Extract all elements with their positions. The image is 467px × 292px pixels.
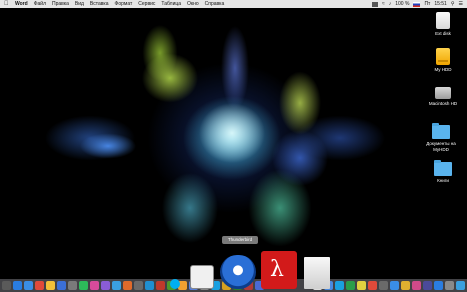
desktop-icon-documents-folder[interactable]: Документы на MyHDD [421, 123, 461, 153]
dock-left-app-icon-13[interactable] [134, 281, 143, 290]
dock-right-app-icon-10[interactable] [412, 281, 421, 290]
apple-menu-icon[interactable]:  [4, 1, 9, 7]
screenshot-icon[interactable] [190, 265, 214, 289]
dock-left-app-icon-9[interactable] [90, 281, 99, 290]
thunderbird-icon[interactable] [220, 255, 256, 289]
dock-right-app-icon-6[interactable] [368, 281, 377, 290]
dock-left-app-icon-11[interactable] [112, 281, 121, 290]
dock-left-app-icon-7[interactable] [68, 281, 77, 290]
desktop-icon-label: Книги [437, 178, 449, 183]
wifi-icon[interactable]: ≈ [382, 1, 385, 7]
external-hdd-icon [436, 48, 450, 65]
dock-right-app-icon-5[interactable] [357, 281, 366, 290]
status-area: ≈ ♪ 100 % Пт 15:51 ⚲ ☰ [372, 1, 463, 7]
menu-edit[interactable]: Правка [52, 1, 69, 7]
dock-right-app-icon-4[interactable] [346, 281, 355, 290]
menu-insert[interactable]: Вставка [90, 1, 109, 7]
folder-icon [434, 160, 452, 176]
menu-window[interactable]: Окно [187, 1, 199, 7]
skype-icon[interactable] [170, 279, 180, 289]
dock-left-app-icon-8[interactable] [79, 281, 88, 290]
dock-left-app-icon-6[interactable] [57, 281, 66, 290]
battery-text[interactable]: 100 % [395, 1, 409, 7]
dock-right-app-icon-3[interactable] [335, 281, 344, 290]
dock-left-app-icon-4[interactable] [35, 281, 44, 290]
input-language-icon[interactable] [413, 1, 421, 7]
menu-table[interactable]: Таблица [161, 1, 181, 7]
desktop-icon-my-hdd[interactable]: My HDD [423, 48, 463, 73]
dock-right-app-icon-13[interactable] [445, 281, 454, 290]
dock-left-app-icon-12[interactable] [123, 281, 132, 290]
desktop-icon-ext-disk[interactable]: Ext disk [423, 12, 463, 37]
dock-right-app-icon-8[interactable] [390, 281, 399, 290]
dock-left-app-icon-5[interactable] [46, 281, 55, 290]
dock-left-app-icon-3[interactable] [24, 281, 33, 290]
menu-bar:  Word Файл Правка Вид Вставка Формат Се… [0, 0, 467, 8]
dock-right-app-icon-7[interactable] [379, 281, 388, 290]
folder-icon [432, 123, 450, 139]
menu-app-name[interactable]: Word [15, 1, 28, 7]
dock-left-app-icon-2[interactable] [13, 281, 22, 290]
search-icon[interactable]: ⚲ [451, 1, 455, 7]
display-icon[interactable] [372, 1, 378, 7]
desktop-icon-macintosh-hd[interactable]: Macintosh HD [423, 87, 463, 107]
dock-right-app-icon-9[interactable] [401, 281, 410, 290]
notification-center-icon[interactable]: ☰ [459, 1, 463, 7]
document-viewer-icon[interactable] [304, 257, 330, 289]
dock-right-apps [313, 281, 465, 290]
desktop-icon-label: My HDD [434, 67, 452, 72]
menu-format[interactable]: Формат [115, 1, 133, 7]
clock-day[interactable]: Пт [424, 1, 430, 7]
menu-tools[interactable]: Сервис [138, 1, 155, 7]
internal-hd-icon [435, 87, 451, 99]
dock-right-app-icon-11[interactable] [423, 281, 432, 290]
dock-left-app-icon-1[interactable] [2, 281, 11, 290]
dock-left-app-icon-14[interactable] [145, 281, 154, 290]
dock-left-app-icon-10[interactable] [101, 281, 110, 290]
external-disk-icon [436, 12, 450, 29]
desktop-icon-label: Macintosh HD [428, 101, 458, 106]
desktop-icon-books-folder[interactable]: Книги [423, 160, 463, 184]
acrobat-glyph: λ [270, 257, 284, 282]
dock-left-app-icon-15[interactable] [156, 281, 165, 290]
dock-right-app-icon-14[interactable] [456, 281, 465, 290]
menu-view[interactable]: Вид [75, 1, 84, 7]
desktop-wallpaper [0, 8, 467, 292]
menu-file[interactable]: Файл [34, 1, 46, 7]
dock-right-app-icon-12[interactable] [434, 281, 443, 290]
clock-time[interactable]: 15:51 [434, 1, 447, 7]
desktop-icon-label: Документы на MyHDD [426, 141, 456, 152]
dock-tooltip: Thunderbird [222, 236, 258, 244]
menu-help[interactable]: Справка [205, 1, 225, 7]
acrobat-reader-icon[interactable]: λ [261, 251, 297, 289]
desktop-icon-label: Ext disk [435, 31, 451, 36]
volume-icon[interactable]: ♪ [389, 1, 392, 7]
